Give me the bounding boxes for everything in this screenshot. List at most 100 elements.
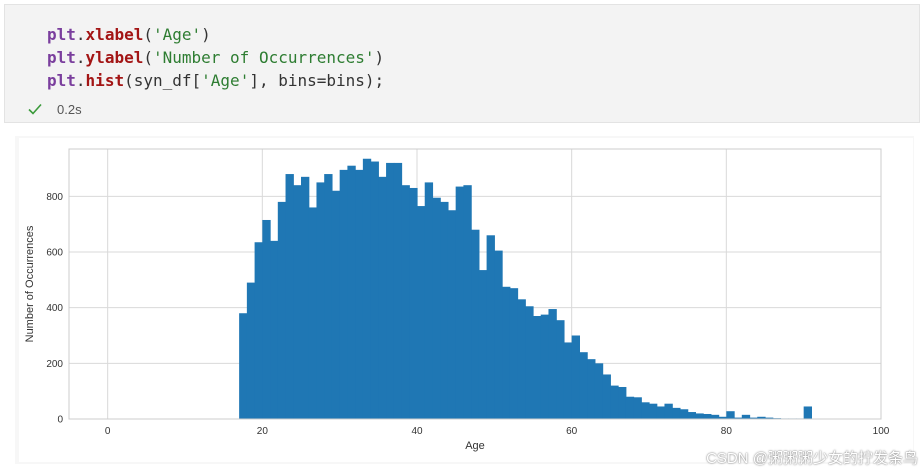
x-tick-label: 100	[873, 426, 890, 437]
cell-status: 0.2s	[27, 101, 82, 117]
histogram-bar	[533, 316, 542, 419]
histogram-bar	[308, 207, 318, 419]
histogram-bar	[370, 161, 379, 420]
histogram-bar	[656, 406, 666, 419]
histogram-bar	[548, 309, 557, 419]
y-tick-label: 0	[57, 415, 63, 426]
histogram-bar	[440, 201, 449, 419]
x-tick-label: 80	[721, 426, 733, 437]
x-tick-label: 20	[257, 426, 269, 437]
histogram-bar	[641, 402, 650, 419]
histogram-bar	[424, 182, 434, 419]
histogram-bar	[316, 182, 325, 419]
x-axis-label: Age	[465, 440, 485, 452]
code-token: 'Age'	[201, 71, 250, 90]
histogram-bar	[277, 201, 287, 419]
code-token: xlabel	[85, 25, 144, 44]
histogram-bar	[517, 299, 526, 419]
code-line: plt.hist(syn_df['Age'], bins=bins);	[47, 69, 384, 92]
histogram-bar	[679, 409, 689, 419]
histogram-bar	[362, 158, 372, 420]
histogram-bar	[633, 397, 642, 419]
code-token: .	[75, 48, 86, 67]
histogram-bar	[525, 306, 534, 419]
code-token: (	[143, 48, 153, 67]
code-token: plt	[47, 71, 76, 90]
watermark: CSDN @粥粥粥少女的拧发条鸟	[706, 450, 918, 467]
histogram-bar	[301, 176, 310, 419]
histogram-bar	[540, 314, 550, 419]
code-token: plt	[47, 25, 76, 44]
histogram-bar	[672, 407, 681, 419]
histogram-bar	[378, 176, 387, 419]
histogram-bar	[239, 313, 248, 419]
histogram-bar	[455, 186, 464, 419]
code-line: plt.xlabel('Age')	[47, 23, 384, 46]
code-token: plt	[47, 48, 76, 67]
histogram-bar	[563, 342, 573, 419]
code-token: (	[143, 25, 153, 44]
histogram-bar	[339, 169, 348, 419]
histogram-bar	[331, 190, 341, 419]
y-tick-label: 400	[46, 303, 63, 314]
histogram-bar	[447, 210, 457, 419]
histogram-bar	[610, 385, 619, 419]
histogram-bar	[726, 411, 735, 419]
x-tick-label: 40	[411, 426, 423, 437]
x-tick-label: 0	[105, 426, 111, 437]
histogram-bar	[502, 286, 511, 419]
histogram-chart: 0 20 40 60 80 100 0 200 400 600 800 Age Number of Oc…	[24, 148, 890, 452]
code-editor[interactable]: plt.xlabel('Age') plt.ylabel('Number of O…	[47, 23, 384, 92]
execution-time: 0.2s	[57, 101, 82, 117]
histogram-bar	[803, 406, 812, 419]
histogram-bar	[587, 359, 596, 419]
histogram-bar	[417, 206, 426, 419]
histogram-bar	[270, 240, 279, 419]
histogram-bar	[579, 352, 588, 419]
histogram-bar	[293, 185, 302, 419]
histogram-bar	[478, 270, 488, 419]
code-token: ylabel	[85, 48, 144, 67]
code-token: .	[75, 25, 86, 44]
histogram-bar	[556, 320, 565, 419]
code-cell[interactable]: plt.xlabel('Age') plt.ylabel('Number of O…	[4, 4, 920, 123]
y-tick-label: 200	[46, 359, 63, 370]
code-token: )	[201, 25, 211, 44]
code-token: 'Age'	[152, 25, 202, 44]
histogram-bar	[324, 174, 333, 419]
histogram-bar	[571, 335, 580, 419]
histogram-bar	[486, 235, 495, 419]
code-token: ], bins=bins	[249, 71, 365, 90]
histogram-bar	[355, 169, 364, 419]
y-tick-label: 600	[46, 247, 63, 258]
histogram-bar	[741, 414, 751, 419]
histogram-bar	[625, 396, 635, 419]
histogram-bar	[509, 288, 519, 419]
histogram-bar	[618, 386, 627, 419]
histogram-bar	[386, 162, 395, 419]
histogram-bar	[710, 414, 720, 419]
histogram-bar	[463, 185, 472, 419]
histogram-bar	[687, 412, 696, 419]
histogram-bar	[393, 162, 403, 419]
histogram-bar	[246, 282, 256, 419]
y-axis-label: Number of Occurrences	[24, 225, 36, 342]
histogram-bar	[401, 185, 410, 419]
code-token: )	[374, 48, 385, 67]
histogram-bar	[703, 413, 712, 419]
code-line: plt.ylabel('Number of Occurrences')	[47, 46, 384, 69]
histogram-bar	[347, 165, 356, 419]
histogram-bar	[432, 197, 441, 419]
plot-output: 0 20 40 60 80 100 0 200 400 600 800 Age Number of Oc…	[19, 138, 913, 462]
histogram-bar	[594, 363, 604, 419]
histogram-bar	[695, 413, 704, 419]
histogram-bar	[494, 250, 503, 419]
x-tick-label: 60	[566, 426, 578, 437]
code-token: syn_df[	[133, 71, 202, 90]
y-tick-label: 800	[46, 192, 63, 203]
histogram-bar	[471, 229, 480, 419]
histogram-bar	[602, 374, 611, 419]
code-token: );	[364, 71, 385, 90]
histogram-bar	[262, 219, 271, 419]
histogram-bar	[409, 187, 418, 419]
